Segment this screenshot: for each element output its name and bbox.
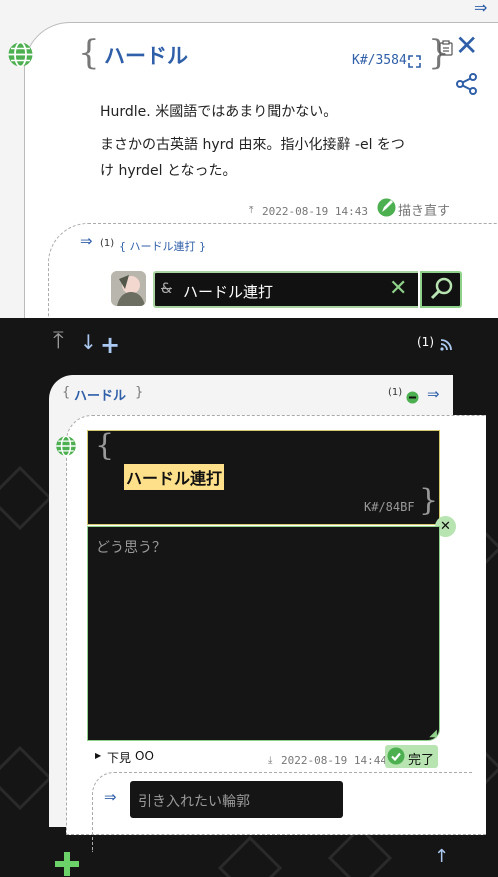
main-post-section: ⇒ { ハードル K#/3584 } ✕ Hurdle. 米國語ではあまり聞かな… — [0, 0, 498, 363]
quoted-post: { ハードル連打 K#/84BF } — [87, 428, 440, 525]
resize-handle-icon[interactable]: ◢ — [429, 728, 437, 739]
thread-input[interactable]: & ハードル連打 ✕ — [153, 271, 418, 308]
glasses-icon: OO — [135, 749, 154, 763]
ampersand-icon: & — [161, 281, 172, 297]
reply-link[interactable]: { ハードル連打 } — [119, 238, 206, 254]
download-icon: ⤓ — [268, 755, 273, 766]
collapse-icon[interactable] — [406, 389, 419, 404]
add-icon[interactable]: + — [100, 331, 120, 359]
search-button[interactable] — [420, 271, 462, 308]
upload-icon[interactable]: ⤒ — [53, 326, 64, 354]
forward-arrow-icon[interactable]: ⇒ — [427, 385, 440, 403]
reply-count: (1) — [388, 387, 403, 398]
share-icon[interactable] — [456, 73, 478, 95]
done-label: 完了 — [408, 753, 435, 768]
cite-placeholder: 引き入れたい輪郭 — [138, 794, 250, 810]
reply-count: (1) — [417, 335, 434, 349]
done-button[interactable]: 完了 — [385, 745, 438, 768]
reply-textarea[interactable]: どう思う？ ◢ — [87, 526, 440, 741]
thread-input-value: ハードル連打 — [183, 283, 274, 301]
cite-input[interactable]: 引き入れたい輪郭 — [130, 781, 343, 818]
reply-timestamp: 2022-08-19 14:44 — [281, 754, 387, 767]
post-body-line: け hyrdel となった。 — [100, 163, 237, 179]
page-title: ハードル — [104, 44, 188, 68]
down-arrow-icon[interactable]: ↓ — [80, 330, 97, 354]
redraw-button[interactable]: 描き直す — [398, 200, 450, 219]
open-brace: { — [95, 428, 115, 463]
post-body-line: Hurdle. 米國語ではあまり聞かない。 — [100, 104, 338, 120]
reply-count: (1) — [100, 238, 115, 249]
scroll-top-icon[interactable]: ↑ — [434, 846, 449, 867]
post-body-line: まさかの古英語 hyrd 由來。指小化接辭 -el をつ — [100, 137, 405, 153]
forward-arrow-icon[interactable]: ⇒ — [474, 0, 487, 17]
post-id[interactable]: K#/3584 — [352, 53, 407, 68]
breadcrumb[interactable]: ハードル — [74, 385, 126, 404]
quoted-title[interactable]: ハードル連打 — [124, 464, 225, 490]
add-post-button[interactable] — [53, 850, 81, 877]
crumb-close-brace: } — [135, 385, 144, 400]
redraw-icon[interactable] — [376, 197, 397, 218]
open-brace: { — [78, 33, 100, 73]
disclosure-icon[interactable]: ▶ — [95, 751, 101, 760]
globe-icon[interactable] — [55, 435, 77, 457]
rss-icon[interactable] — [440, 336, 452, 351]
close-brace: } — [419, 483, 439, 518]
reply-placeholder: どう思う？ — [96, 540, 166, 556]
clipboard-icon[interactable] — [439, 40, 453, 56]
close-icon[interactable]: ✕ — [455, 32, 478, 60]
upload-icon: ⤒ — [249, 205, 254, 216]
forward-arrow-icon[interactable]: ⇒ — [104, 788, 117, 806]
quoted-id[interactable]: K#/84BF — [364, 500, 415, 514]
crumb-open-brace: { — [62, 385, 71, 400]
preview-toggle[interactable]: 下見 — [107, 749, 131, 766]
post-timestamp: 2022-08-19 14:43 — [262, 205, 368, 218]
expand-icon[interactable] — [408, 53, 421, 68]
forward-arrow-icon[interactable]: ⇒ — [80, 232, 93, 250]
globe-icon[interactable] — [7, 41, 34, 68]
avatar[interactable] — [111, 271, 146, 306]
clear-icon[interactable]: ✕ — [389, 276, 407, 301]
